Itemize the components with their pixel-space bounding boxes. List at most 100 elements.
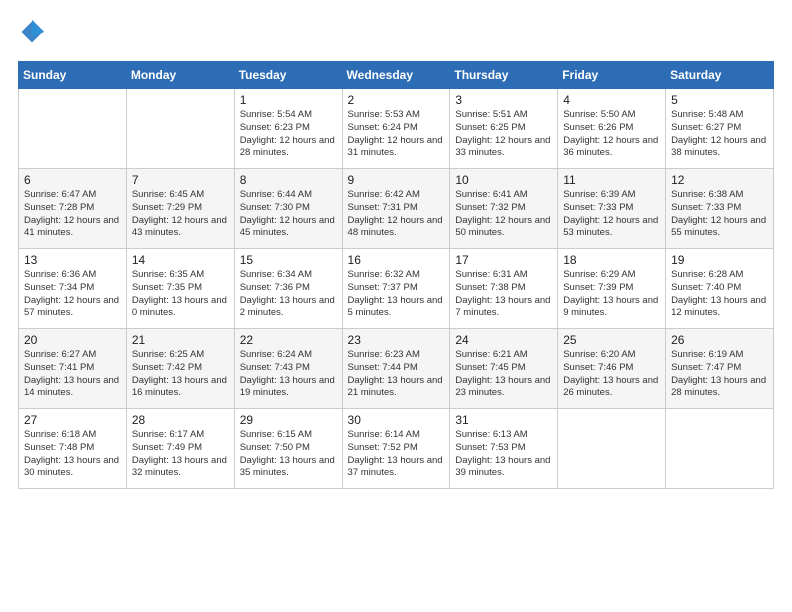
weekday-sunday: Sunday: [19, 62, 127, 89]
week-row-1: 6 Sunrise: 6:47 AM Sunset: 7:28 PM Daylig…: [19, 169, 774, 249]
day-info: Sunrise: 6:13 AM Sunset: 7:53 PM Dayligh…: [455, 429, 552, 480]
weekday-header-row: SundayMondayTuesdayWednesdayThursdayFrid…: [19, 62, 774, 89]
day-cell: 29Sunrise: 6:15 AM Sunset: 7:50 PM Dayli…: [234, 409, 342, 489]
day-cell: 24 Sunrise: 6:21 AM Sunset: 7:45 PM Dayli…: [450, 329, 558, 409]
day-info: Sunrise: 6:47 AM Sunset: 7:28 PM Dayligh…: [24, 189, 121, 240]
day-cell: 17 Sunrise: 6:31 AM Sunset: 7:38 PM Dayli…: [450, 249, 558, 329]
day-number: 6: [24, 173, 121, 187]
day-number: 10: [455, 173, 552, 187]
weekday-saturday: Saturday: [666, 62, 774, 89]
day-info: Sunrise: 6:36 AM Sunset: 7:34 PM Dayligh…: [24, 269, 121, 320]
day-number: 14: [132, 253, 229, 267]
week-row-4: 27Sunrise: 6:18 AM Sunset: 7:48 PM Dayli…: [19, 409, 774, 489]
day-cell: 19 Sunrise: 6:28 AM Sunset: 7:40 PM Dayli…: [666, 249, 774, 329]
day-number: 15: [240, 253, 337, 267]
day-info: Sunrise: 6:17 AM Sunset: 7:49 PM Dayligh…: [132, 429, 229, 480]
day-info: Sunrise: 6:38 AM Sunset: 7:33 PM Dayligh…: [671, 189, 768, 240]
page: SundayMondayTuesdayWednesdayThursdayFrid…: [0, 0, 792, 499]
day-info: Sunrise: 6:21 AM Sunset: 7:45 PM Dayligh…: [455, 349, 552, 400]
day-number: 22: [240, 333, 337, 347]
day-info: Sunrise: 6:14 AM Sunset: 7:52 PM Dayligh…: [348, 429, 445, 480]
day-info: Sunrise: 6:29 AM Sunset: 7:39 PM Dayligh…: [563, 269, 660, 320]
day-info: Sunrise: 5:53 AM Sunset: 6:24 PM Dayligh…: [348, 109, 445, 160]
day-cell: 7Sunrise: 6:45 AM Sunset: 7:29 PM Daylig…: [126, 169, 234, 249]
day-cell: 25 Sunrise: 6:20 AM Sunset: 7:46 PM Dayli…: [558, 329, 666, 409]
day-cell: 16 Sunrise: 6:32 AM Sunset: 7:37 PM Dayli…: [342, 249, 450, 329]
week-row-3: 20 Sunrise: 6:27 AM Sunset: 7:41 PM Dayli…: [19, 329, 774, 409]
day-number: 26: [671, 333, 768, 347]
day-cell: [126, 89, 234, 169]
day-cell: 1 Sunrise: 5:54 AM Sunset: 6:23 PM Daylig…: [234, 89, 342, 169]
day-info: Sunrise: 6:31 AM Sunset: 7:38 PM Dayligh…: [455, 269, 552, 320]
weekday-thursday: Thursday: [450, 62, 558, 89]
day-number: 17: [455, 253, 552, 267]
day-number: 19: [671, 253, 768, 267]
day-info: Sunrise: 6:18 AM Sunset: 7:48 PM Dayligh…: [24, 429, 121, 480]
day-info: Sunrise: 6:20 AM Sunset: 7:46 PM Dayligh…: [563, 349, 660, 400]
day-number: 4: [563, 93, 660, 107]
day-info: Sunrise: 6:35 AM Sunset: 7:35 PM Dayligh…: [132, 269, 229, 320]
weekday-monday: Monday: [126, 62, 234, 89]
day-number: 28: [132, 413, 229, 427]
week-row-2: 13 Sunrise: 6:36 AM Sunset: 7:34 PM Dayli…: [19, 249, 774, 329]
day-number: 18: [563, 253, 660, 267]
day-info: Sunrise: 6:23 AM Sunset: 7:44 PM Dayligh…: [348, 349, 445, 400]
day-cell: [558, 409, 666, 489]
day-info: Sunrise: 6:24 AM Sunset: 7:43 PM Dayligh…: [240, 349, 337, 400]
day-cell: 11 Sunrise: 6:39 AM Sunset: 7:33 PM Dayli…: [558, 169, 666, 249]
day-cell: 30 Sunrise: 6:14 AM Sunset: 7:52 PM Dayli…: [342, 409, 450, 489]
day-info: Sunrise: 6:41 AM Sunset: 7:32 PM Dayligh…: [455, 189, 552, 240]
day-cell: 4 Sunrise: 5:50 AM Sunset: 6:26 PM Daylig…: [558, 89, 666, 169]
day-number: 12: [671, 173, 768, 187]
day-cell: 3Sunrise: 5:51 AM Sunset: 6:25 PM Daylig…: [450, 89, 558, 169]
day-cell: 9Sunrise: 6:42 AM Sunset: 7:31 PM Daylig…: [342, 169, 450, 249]
day-cell: 14 Sunrise: 6:35 AM Sunset: 7:35 PM Dayli…: [126, 249, 234, 329]
day-info: Sunrise: 5:48 AM Sunset: 6:27 PM Dayligh…: [671, 109, 768, 160]
day-info: Sunrise: 6:45 AM Sunset: 7:29 PM Dayligh…: [132, 189, 229, 240]
day-cell: 26 Sunrise: 6:19 AM Sunset: 7:47 PM Dayli…: [666, 329, 774, 409]
day-cell: 23 Sunrise: 6:23 AM Sunset: 7:44 PM Dayli…: [342, 329, 450, 409]
day-cell: 6 Sunrise: 6:47 AM Sunset: 7:28 PM Daylig…: [19, 169, 127, 249]
day-cell: 18 Sunrise: 6:29 AM Sunset: 7:39 PM Dayli…: [558, 249, 666, 329]
day-info: Sunrise: 5:50 AM Sunset: 6:26 PM Dayligh…: [563, 109, 660, 160]
day-info: Sunrise: 6:32 AM Sunset: 7:37 PM Dayligh…: [348, 269, 445, 320]
day-info: Sunrise: 6:19 AM Sunset: 7:47 PM Dayligh…: [671, 349, 768, 400]
day-number: 31: [455, 413, 552, 427]
day-number: 9: [348, 173, 445, 187]
day-cell: 28 Sunrise: 6:17 AM Sunset: 7:49 PM Dayli…: [126, 409, 234, 489]
day-number: 25: [563, 333, 660, 347]
day-cell: 27Sunrise: 6:18 AM Sunset: 7:48 PM Dayli…: [19, 409, 127, 489]
day-info: Sunrise: 6:34 AM Sunset: 7:36 PM Dayligh…: [240, 269, 337, 320]
day-cell: 22 Sunrise: 6:24 AM Sunset: 7:43 PM Dayli…: [234, 329, 342, 409]
day-number: 23: [348, 333, 445, 347]
day-cell: 2 Sunrise: 5:53 AM Sunset: 6:24 PM Daylig…: [342, 89, 450, 169]
day-info: Sunrise: 6:27 AM Sunset: 7:41 PM Dayligh…: [24, 349, 121, 400]
day-info: Sunrise: 6:44 AM Sunset: 7:30 PM Dayligh…: [240, 189, 337, 240]
day-number: 30: [348, 413, 445, 427]
weekday-tuesday: Tuesday: [234, 62, 342, 89]
day-info: Sunrise: 5:54 AM Sunset: 6:23 PM Dayligh…: [240, 109, 337, 160]
day-info: Sunrise: 5:51 AM Sunset: 6:25 PM Dayligh…: [455, 109, 552, 160]
day-info: Sunrise: 6:15 AM Sunset: 7:50 PM Dayligh…: [240, 429, 337, 480]
week-row-0: 1 Sunrise: 5:54 AM Sunset: 6:23 PM Daylig…: [19, 89, 774, 169]
logo: [18, 18, 50, 51]
day-cell: [666, 409, 774, 489]
day-number: 5: [671, 93, 768, 107]
day-info: Sunrise: 6:39 AM Sunset: 7:33 PM Dayligh…: [563, 189, 660, 240]
day-number: 16: [348, 253, 445, 267]
day-number: 11: [563, 173, 660, 187]
day-number: 13: [24, 253, 121, 267]
day-cell: 21Sunrise: 6:25 AM Sunset: 7:42 PM Dayli…: [126, 329, 234, 409]
day-cell: 5 Sunrise: 5:48 AM Sunset: 6:27 PM Daylig…: [666, 89, 774, 169]
day-info: Sunrise: 6:28 AM Sunset: 7:40 PM Dayligh…: [671, 269, 768, 320]
day-number: 20: [24, 333, 121, 347]
calendar-table: SundayMondayTuesdayWednesdayThursdayFrid…: [18, 61, 774, 489]
day-number: 2: [348, 93, 445, 107]
day-number: 8: [240, 173, 337, 187]
day-cell: 20 Sunrise: 6:27 AM Sunset: 7:41 PM Dayli…: [19, 329, 127, 409]
day-number: 1: [240, 93, 337, 107]
weekday-wednesday: Wednesday: [342, 62, 450, 89]
day-number: 24: [455, 333, 552, 347]
logo-icon: [18, 18, 46, 51]
day-cell: 12 Sunrise: 6:38 AM Sunset: 7:33 PM Dayli…: [666, 169, 774, 249]
